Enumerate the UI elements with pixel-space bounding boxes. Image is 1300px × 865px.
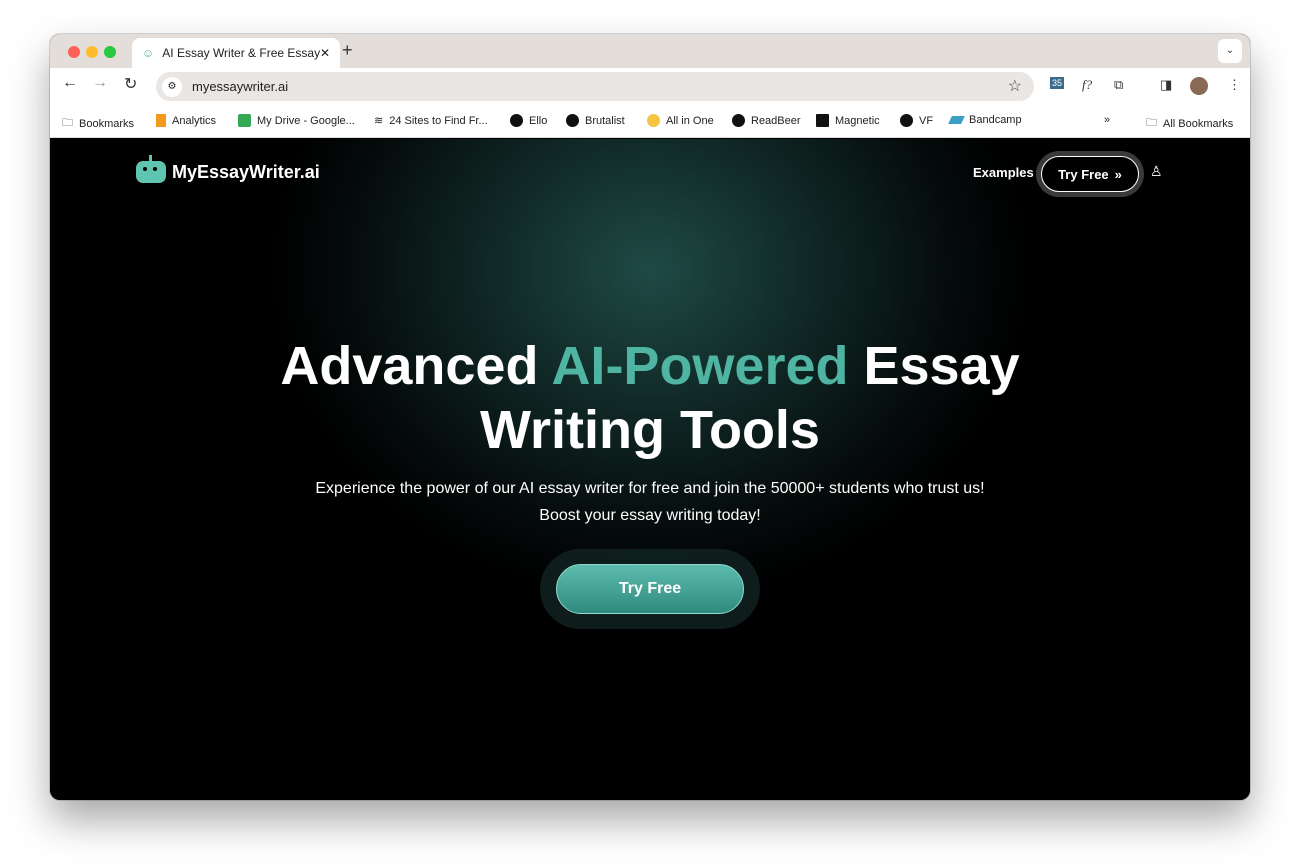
bookmark-label: All in One — [666, 114, 714, 127]
bookmark-label: 24 Sites to Find Fr... — [389, 114, 488, 127]
forward-icon[interactable]: → — [92, 74, 108, 92]
bookmarks-bar: 🗀 Bookmarks Analytics My Drive - Google..… — [50, 104, 1250, 138]
bookmark-label: My Drive - Google... — [257, 114, 355, 127]
tab-title: AI Essay Writer & Free Essay — [162, 46, 320, 60]
logo-text: MyEssayWriter.ai — [172, 161, 320, 182]
bandcamp-icon — [948, 116, 965, 124]
bookmark-label: Magnetic — [835, 114, 880, 127]
url-text[interactable]: myessaywriter.ai — [192, 79, 288, 94]
browser-window: ☺ AI Essay Writer & Free Essay ✕ + ⌄ ← →… — [50, 34, 1250, 800]
bookmark-item[interactable]: VF — [900, 114, 933, 127]
bookmark-label: ReadBeer — [751, 114, 801, 127]
bookmark-item[interactable]: My Drive - Google... — [238, 114, 355, 127]
headline-part: Essay — [848, 336, 1020, 396]
bookmark-label: VF — [919, 114, 934, 127]
reload-icon[interactable]: ↻ — [124, 74, 137, 94]
hero-headline: Advanced AI-Powered Essay Writing Tools — [50, 334, 1250, 462]
new-tab-button[interactable]: + — [342, 40, 353, 61]
bookmark-item[interactable]: Ello — [510, 114, 547, 127]
site-logo[interactable]: MyEssayWriter.ai — [136, 155, 320, 183]
cta-wrapper: Try Free — [540, 549, 760, 629]
user-account-icon[interactable]: ♙ — [1150, 163, 1163, 180]
nav-try-free-wrapper: Try Free » — [1036, 151, 1144, 197]
page-content: MyEssayWriter.ai Examples Try Free » ♙ Ad… — [50, 139, 1250, 800]
all-in-one-icon — [647, 114, 660, 127]
bookmark-label: Analytics — [172, 114, 217, 127]
side-panel-icon[interactable]: ◨ — [1160, 77, 1172, 93]
all-bookmarks[interactable]: 🗀 All Bookmarks — [1146, 114, 1233, 133]
bookmark-item[interactable]: All in One — [647, 114, 714, 127]
bookmark-label: Ello — [529, 114, 548, 127]
profile-avatar[interactable] — [1190, 77, 1208, 95]
headline-accent: AI-Powered — [551, 336, 849, 396]
extension-calendar-icon[interactable]: 35 — [1050, 77, 1065, 89]
double-chevron-right-icon: » — [1114, 166, 1122, 182]
close-tab-icon[interactable]: ✕ — [320, 46, 330, 60]
minimize-window-button[interactable] — [86, 46, 98, 58]
bookmark-item[interactable]: Analytics — [156, 114, 216, 127]
extensions-puzzle-icon[interactable]: ⧉ — [1114, 77, 1123, 93]
toolbar: ← → ↻ ⚙ myessaywriter.ai ☆ 35 f? ⧉ ◨ ⋮ — [50, 68, 1250, 104]
magnetic-icon — [816, 114, 829, 127]
robot-logo-icon — [136, 155, 166, 183]
menu-kebab-icon[interactable]: ⋮ — [1228, 77, 1241, 93]
back-icon[interactable]: ← — [62, 74, 78, 92]
maximize-window-button[interactable] — [104, 46, 116, 58]
hero-subtitle: Experience the power of our AI essay wri… — [50, 475, 1250, 529]
vf-icon — [900, 114, 913, 127]
tab-search-chevron-icon[interactable]: ⌄ — [1218, 39, 1242, 63]
bookmark-label: Brutalist — [585, 114, 625, 127]
site-settings-icon[interactable]: ⚙ — [162, 76, 182, 97]
nav-try-free-button[interactable]: Try Free » — [1041, 156, 1139, 192]
bookmark-star-icon[interactable]: ☆ — [1008, 76, 1022, 96]
google-drive-icon — [238, 114, 251, 127]
folder-icon: 🗀 — [1146, 117, 1157, 129]
subtitle-line: Experience the power of our AI essay wri… — [315, 480, 985, 497]
bookmark-item[interactable]: ReadBeer — [732, 114, 801, 127]
close-window-button[interactable] — [68, 46, 80, 58]
ello-icon — [510, 114, 523, 127]
nav-examples-link[interactable]: Examples — [973, 165, 1034, 180]
bookmark-item[interactable]: 🗀 Bookmarks — [62, 114, 134, 133]
bookmark-item[interactable]: Magnetic — [816, 114, 880, 127]
bookmark-item[interactable]: Bandcamp — [948, 114, 1022, 126]
headline-part: Writing Tools — [480, 400, 820, 460]
layers-icon: ≋ — [374, 115, 384, 127]
more-bookmarks-icon[interactable]: » — [1104, 114, 1110, 126]
button-label: Try Free — [1058, 166, 1109, 182]
bookmark-label: Bandcamp — [969, 114, 1022, 126]
bookmark-item[interactable]: Brutalist — [566, 114, 625, 127]
bookmark-item[interactable]: ≋ 24 Sites to Find Fr... — [374, 114, 488, 128]
robot-favicon-icon: ☺ — [142, 46, 155, 60]
tab-bar: ☺ AI Essay Writer & Free Essay ✕ + ⌄ — [50, 34, 1250, 68]
address-bar[interactable]: ⚙ myessaywriter.ai ☆ — [156, 72, 1034, 101]
headline-part: Advanced — [280, 336, 552, 396]
folder-icon: 🗀 — [62, 117, 73, 129]
active-tab[interactable]: ☺ AI Essay Writer & Free Essay ✕ — [132, 38, 340, 68]
bookmark-label: Bookmarks — [79, 117, 135, 130]
analytics-icon — [156, 114, 166, 127]
globe-icon — [566, 114, 579, 127]
extension-font-icon[interactable]: f? — [1082, 77, 1092, 93]
hero-try-free-button[interactable]: Try Free — [556, 564, 744, 614]
bookmark-label: All Bookmarks — [1163, 117, 1234, 130]
subtitle-line: Boost your essay writing today! — [539, 507, 761, 524]
globe-icon — [732, 114, 745, 127]
